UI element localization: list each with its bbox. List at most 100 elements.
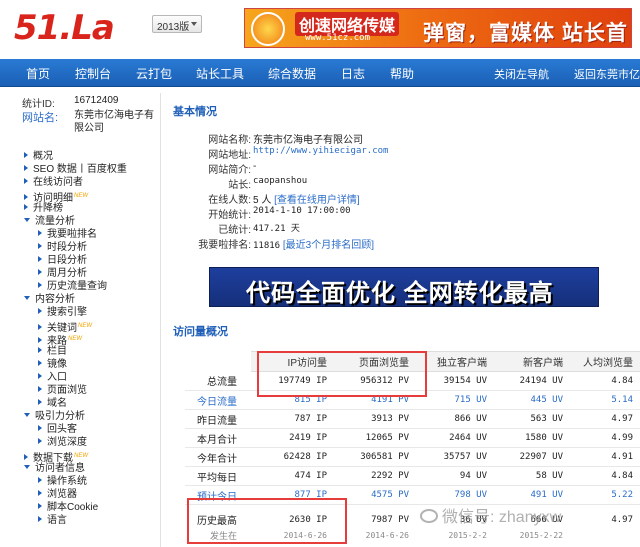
sidebar-item-search-engines[interactable]: 搜索引擎 <box>38 307 87 319</box>
promo-banner-ad[interactable]: 代码全面优化 全网转化最高 <box>209 267 599 307</box>
chevron-right-icon <box>38 503 42 509</box>
sidebar-item-weekly-monthly[interactable]: 周月分析 <box>38 268 87 280</box>
overview-title: 访问量概况 <box>173 326 228 338</box>
sidebar-item-daily[interactable]: 日段分析 <box>38 255 87 267</box>
sidebar-item-domains[interactable]: 域名 <box>38 398 67 410</box>
version-select-value: 2013版 <box>157 22 190 33</box>
col-pv: 页面浏览量 <box>335 351 417 372</box>
info-row-online: 在线人数: 5 人 [查看在线用户详情] <box>208 195 360 206</box>
table-row: 预计今日 877 IP 4575 PV 798 UV 491 UV 5.22 <box>185 485 640 505</box>
sidebar-item-content-analysis[interactable]: 内容分析 <box>24 294 75 306</box>
site-name-label: 网站名: <box>22 112 59 124</box>
sidebar-item-overview[interactable]: 概况 <box>24 151 53 163</box>
col-uv: 独立客户端 <box>417 351 495 372</box>
sidebar-item-os[interactable]: 操作系统 <box>38 476 87 488</box>
sidebar-item-seo[interactable]: SEO 数据丨百度权重 <box>24 164 127 176</box>
sidebar-item-hourly[interactable]: 时段分析 <box>38 242 87 254</box>
nav-home[interactable]: 首页 <box>26 65 50 82</box>
version-select[interactable]: 2013版 <box>152 15 202 33</box>
sidebar: 统计ID: 16712409 网站名: 东莞市亿海电子有限公司 概况 SEO 数… <box>14 93 154 547</box>
sidebar-item-51la-rank[interactable]: 我要啦排名 <box>38 229 97 241</box>
nav-back-site[interactable]: 返回东莞市亿 <box>574 66 640 82</box>
chevron-right-icon <box>24 194 28 200</box>
banner-url: www.51cz.com <box>305 33 371 43</box>
watermark: 微信号: zhanyxw <box>420 503 561 527</box>
table-row: 昨日流量 787 IP 3913 PV 866 UV 563 UV 4.97 <box>185 409 640 429</box>
info-row-webmaster: 站长: caopanshou <box>228 176 308 191</box>
sidebar-item-rankings[interactable]: 升降榜 <box>24 203 63 215</box>
site-url-link[interactable]: http://www.yihiecigar.com <box>253 146 388 156</box>
chevron-down-icon <box>24 296 30 300</box>
info-row-site-desc: 网站简介: - <box>208 161 257 176</box>
chevron-right-icon <box>38 360 42 366</box>
stat-id-row: 统计ID: 16712409 <box>22 95 119 110</box>
info-row-site-url: 网站地址: http://www.yihiecigar.com <box>208 146 389 161</box>
nav-help[interactable]: 帮助 <box>390 65 414 82</box>
chevron-right-icon <box>38 282 42 288</box>
overview-table: IP访问量 页面浏览量 独立客户端 新客户端 人均浏览量 总流量 197749 … <box>185 351 640 542</box>
sidebar-item-mirrors[interactable]: 镜像 <box>38 359 67 371</box>
sidebar-item-page-views[interactable]: 页面浏览 <box>38 385 87 397</box>
chevron-right-icon <box>24 204 28 210</box>
sidebar-item-returning[interactable]: 回头客 <box>38 424 77 436</box>
col-ip: IP访问量 <box>251 351 335 372</box>
sidebar-item-script-cookie[interactable]: 脚本Cookie <box>38 502 98 514</box>
chevron-right-icon <box>38 373 42 379</box>
chevron-right-icon <box>38 256 42 262</box>
header-banner-ad[interactable]: 创速网络传媒 www.51cz.com 弹窗，富媒体 站长首选 <box>244 8 632 48</box>
sidebar-item-traffic-analysis[interactable]: 流量分析 <box>24 216 75 228</box>
view-online-users-link[interactable]: [查看在线用户详情] <box>274 195 360 206</box>
chevron-right-icon <box>38 399 42 405</box>
info-row-elapsed: 已统计: 417.21 天 <box>218 224 300 236</box>
nav-close-left-nav[interactable]: 关闭左导航 <box>494 66 549 82</box>
chevron-right-icon <box>38 425 42 431</box>
table-row: 本月合计 2419 IP 12065 PV 2464 UV 1580 UV 4.99 <box>185 428 640 448</box>
nav-overall-data[interactable]: 综合数据 <box>268 65 316 82</box>
sidebar-item-depth[interactable]: 浏览深度 <box>38 437 87 449</box>
site-logo[interactable]: 51.La <box>14 8 115 48</box>
chevron-right-icon <box>38 324 42 330</box>
new-badge: NEW <box>68 336 82 342</box>
chevron-down-icon <box>191 22 197 26</box>
sidebar-item-browser[interactable]: 浏览器 <box>38 489 77 501</box>
chevron-down-icon <box>24 413 30 417</box>
header: 51.La 2013版 创速网络传媒 www.51cz.com 弹窗，富媒体 站… <box>0 0 640 59</box>
table-row: 今年合计 62428 IP 306581 PV 35757 UV 22907 UV 4.… <box>185 447 640 467</box>
banner-slogan: 弹窗，富媒体 站长首选 <box>423 22 628 45</box>
chevron-right-icon <box>38 490 42 496</box>
promo-banner-text: 代码全面优化 全网转化最高 <box>246 280 554 307</box>
sidebar-item-sections[interactable]: 栏目 <box>38 346 67 358</box>
banner-logo-icon <box>251 12 285 46</box>
chevron-down-icon <box>24 465 30 469</box>
chevron-down-icon <box>24 218 30 222</box>
table-row: 发生在 2014-6-26 2014-6-26 2015-2-2 2015-2-22 <box>209 530 563 541</box>
chevron-right-icon <box>24 454 28 460</box>
chevron-right-icon <box>38 438 42 444</box>
chevron-right-icon <box>38 308 42 314</box>
chevron-right-icon <box>38 477 42 483</box>
sidebar-item-attraction[interactable]: 吸引力分析 <box>24 411 85 423</box>
table-row: 平均每日 474 IP 2292 PV 94 UV 58 UV 4.84 <box>185 466 640 486</box>
chevron-right-icon <box>24 178 28 184</box>
table-row: 历史最高 2630 IP 7987 PV 36 UV 666 UV 4.97 <box>197 514 633 528</box>
sidebar-item-history[interactable]: 历史流量查询 <box>38 281 107 293</box>
stat-id-value: 16712409 <box>74 95 119 106</box>
nav-logs[interactable]: 日志 <box>341 65 365 82</box>
nav-webmaster-tools[interactable]: 站长工具 <box>196 65 244 82</box>
main-content: 基本情况 网站名称: 东莞市亿海电子有限公司 网站地址: http://www.yi… <box>160 93 640 547</box>
sidebar-item-online-visitors[interactable]: 在线访问者 <box>24 177 83 189</box>
chevron-right-icon <box>38 269 42 275</box>
sidebar-item-language[interactable]: 语言 <box>38 515 67 527</box>
sidebar-item-entry[interactable]: 入口 <box>38 372 67 384</box>
chevron-right-icon <box>38 516 42 522</box>
nav-console[interactable]: 控制台 <box>75 65 111 82</box>
new-badge: NEW <box>78 323 92 329</box>
chevron-right-icon <box>38 230 42 236</box>
table-header-row: IP访问量 页面浏览量 独立客户端 新客户端 人均浏览量 <box>185 351 640 372</box>
main-nav: 首页 控制台 云打包 站长工具 综合数据 日志 帮助 关闭左导航 返回东莞市亿 <box>0 59 640 87</box>
sidebar-item-visitor-info[interactable]: 访问者信息 <box>24 463 85 475</box>
table-row: 今日流量 815 IP 4191 PV 715 UV 445 UV 5.14 <box>185 390 640 410</box>
nav-cloud-pack[interactable]: 云打包 <box>136 65 172 82</box>
rank-history-link[interactable]: [最近3个月排名回顾] <box>283 240 374 251</box>
new-badge: NEW <box>74 193 88 199</box>
